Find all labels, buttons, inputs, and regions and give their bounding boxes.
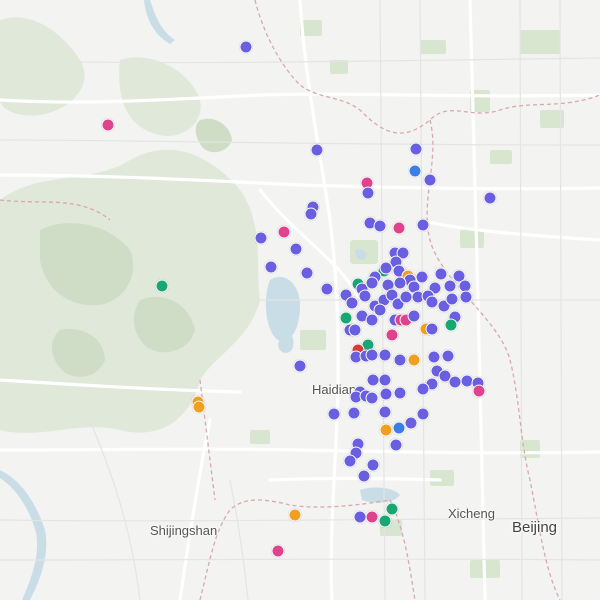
map-marker-pink[interactable] [365, 510, 379, 524]
map-marker-purple[interactable] [427, 350, 441, 364]
map-marker-purple[interactable] [416, 382, 430, 396]
map-marker-purple[interactable] [357, 469, 371, 483]
map-marker-purple[interactable] [448, 375, 462, 389]
map-marker-purple[interactable] [361, 186, 375, 200]
map-marker-purple[interactable] [393, 276, 407, 290]
map-marker-purple[interactable] [327, 407, 341, 421]
map-marker-purple[interactable] [373, 219, 387, 233]
map-marker-purple[interactable] [378, 405, 392, 419]
map-marker-purple[interactable] [293, 359, 307, 373]
map-marker-purple[interactable] [343, 454, 357, 468]
map-marker-purple[interactable] [239, 40, 253, 54]
map-marker-pink[interactable] [392, 221, 406, 235]
map-marker-purple[interactable] [310, 143, 324, 157]
map-marker-purple[interactable] [441, 349, 455, 363]
map-marker-pink[interactable] [385, 328, 399, 342]
map-marker-purple[interactable] [425, 322, 439, 336]
map-marker-purple[interactable] [348, 323, 362, 337]
map-marker-purple[interactable] [320, 282, 334, 296]
map-marker-purple[interactable] [304, 207, 318, 221]
map-marker-purple[interactable] [378, 373, 392, 387]
map-marker-purple[interactable] [379, 387, 393, 401]
map-marker-purple[interactable] [366, 458, 380, 472]
map-marker-purple[interactable] [378, 348, 392, 362]
map-marker-purple[interactable] [373, 303, 387, 317]
map-marker-blue[interactable] [408, 164, 422, 178]
map-marker-purple[interactable] [393, 353, 407, 367]
map-marker-purple[interactable] [365, 276, 379, 290]
map-marker-purple[interactable] [379, 261, 393, 275]
map-marker-orange[interactable] [407, 353, 421, 367]
map-marker-green[interactable] [378, 514, 392, 528]
map-marker-purple[interactable] [264, 260, 278, 274]
map-marker-purple[interactable] [389, 438, 403, 452]
map-marker-purple[interactable] [445, 292, 459, 306]
marker-layer [0, 0, 600, 600]
map-marker-purple[interactable] [483, 191, 497, 205]
map-marker-purple[interactable] [409, 142, 423, 156]
map-marker-purple[interactable] [347, 406, 361, 420]
map-marker-purple[interactable] [434, 267, 448, 281]
map-marker-purple[interactable] [365, 348, 379, 362]
map-marker-purple[interactable] [416, 218, 430, 232]
map-marker-purple[interactable] [459, 290, 473, 304]
map-marker-orange[interactable] [379, 423, 393, 437]
map-marker-purple[interactable] [300, 266, 314, 280]
map-marker-pink[interactable] [472, 384, 486, 398]
map-marker-purple[interactable] [289, 242, 303, 256]
map-marker-purple[interactable] [404, 416, 418, 430]
map-marker-purple[interactable] [365, 391, 379, 405]
map-marker-pink[interactable] [277, 225, 291, 239]
map-marker-orange[interactable] [288, 508, 302, 522]
map-marker-green[interactable] [385, 502, 399, 516]
map[interactable]: Haidian Shijingshan Xicheng Beijing [0, 0, 600, 600]
map-marker-purple[interactable] [423, 173, 437, 187]
map-marker-purple[interactable] [254, 231, 268, 245]
map-marker-green[interactable] [444, 318, 458, 332]
map-marker-purple[interactable] [393, 386, 407, 400]
map-marker-pink[interactable] [271, 544, 285, 558]
map-marker-purple[interactable] [416, 407, 430, 421]
map-marker-purple[interactable] [407, 309, 421, 323]
map-marker-orange[interactable] [192, 400, 206, 414]
map-marker-purple[interactable] [345, 296, 359, 310]
map-marker-green[interactable] [155, 279, 169, 293]
map-marker-pink[interactable] [101, 118, 115, 132]
map-marker-purple[interactable] [443, 279, 457, 293]
